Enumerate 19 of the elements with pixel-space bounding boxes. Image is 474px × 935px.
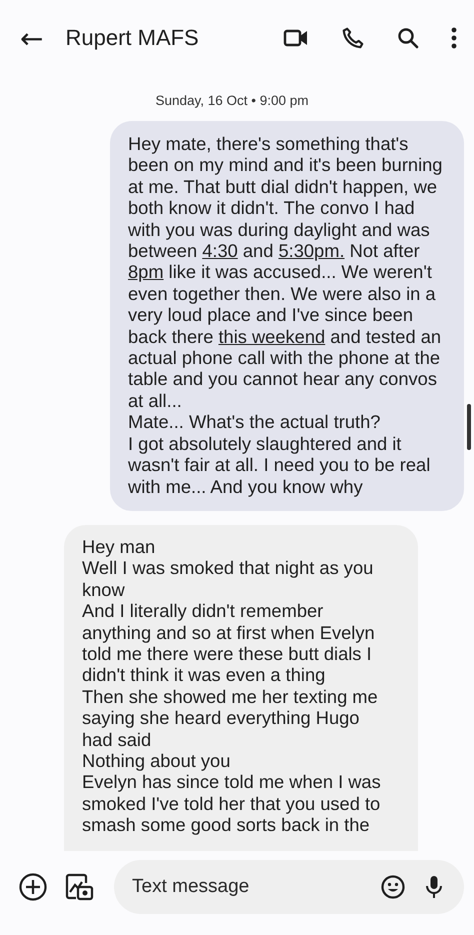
emoji-icon[interactable] — [380, 874, 406, 900]
message-input-field[interactable]: Text message — [114, 860, 464, 914]
link[interactable]: 5:30pm. — [278, 240, 345, 262]
link[interactable]: 8pm — [128, 261, 164, 282]
scrollbar-thumb[interactable] — [467, 404, 471, 450]
date-separator: Sunday, 16 Oct • 9:00 pm — [154, 93, 310, 108]
back-button[interactable]: ← — [16, 22, 48, 54]
link[interactable]: this weekend — [218, 326, 326, 347]
microphone-icon[interactable] — [424, 874, 444, 900]
contact-name: Rupert MAFS — [65, 25, 199, 51]
message-input[interactable]: Text message — [130, 875, 362, 899]
search-icon — [396, 26, 420, 50]
more-vertical-icon — [450, 26, 458, 50]
message-text: Hey mate, there's something that's been on my mind and it's been burning at me. That butt dial didn't happen, we both know it didn't. The convo I had with you was during daylight and was between 4:30 and 5:30pm. Not after 8pm like it was accused... We weren't even together then. We were also in a very loud place and I've since been back there this weekend and tested an actual phone call with the phone at the table and you cannot hear any convos at all... Mate... What's the actual truth? I got absolutely slaughtered and it wasn't fair at all. I need you to be real with me... And you know why — [128, 133, 444, 497]
phone-icon — [340, 25, 366, 51]
link[interactable]: 4:30 — [202, 240, 238, 262]
plus-circle-icon — [18, 872, 48, 902]
message-text: Hey man Well I was smoked that night as you know And I literally didn't remember anything and so at first when Evelyn told me there were these butt dials I didn't think it was even a thing Then she showed me her texting me saying she heard everything Hugo had said Nothing about you Evelyn has since told me when I was smoked I've told her that you used to smash some good sorts back in the — [82, 536, 382, 836]
image-camera-icon — [64, 872, 94, 902]
